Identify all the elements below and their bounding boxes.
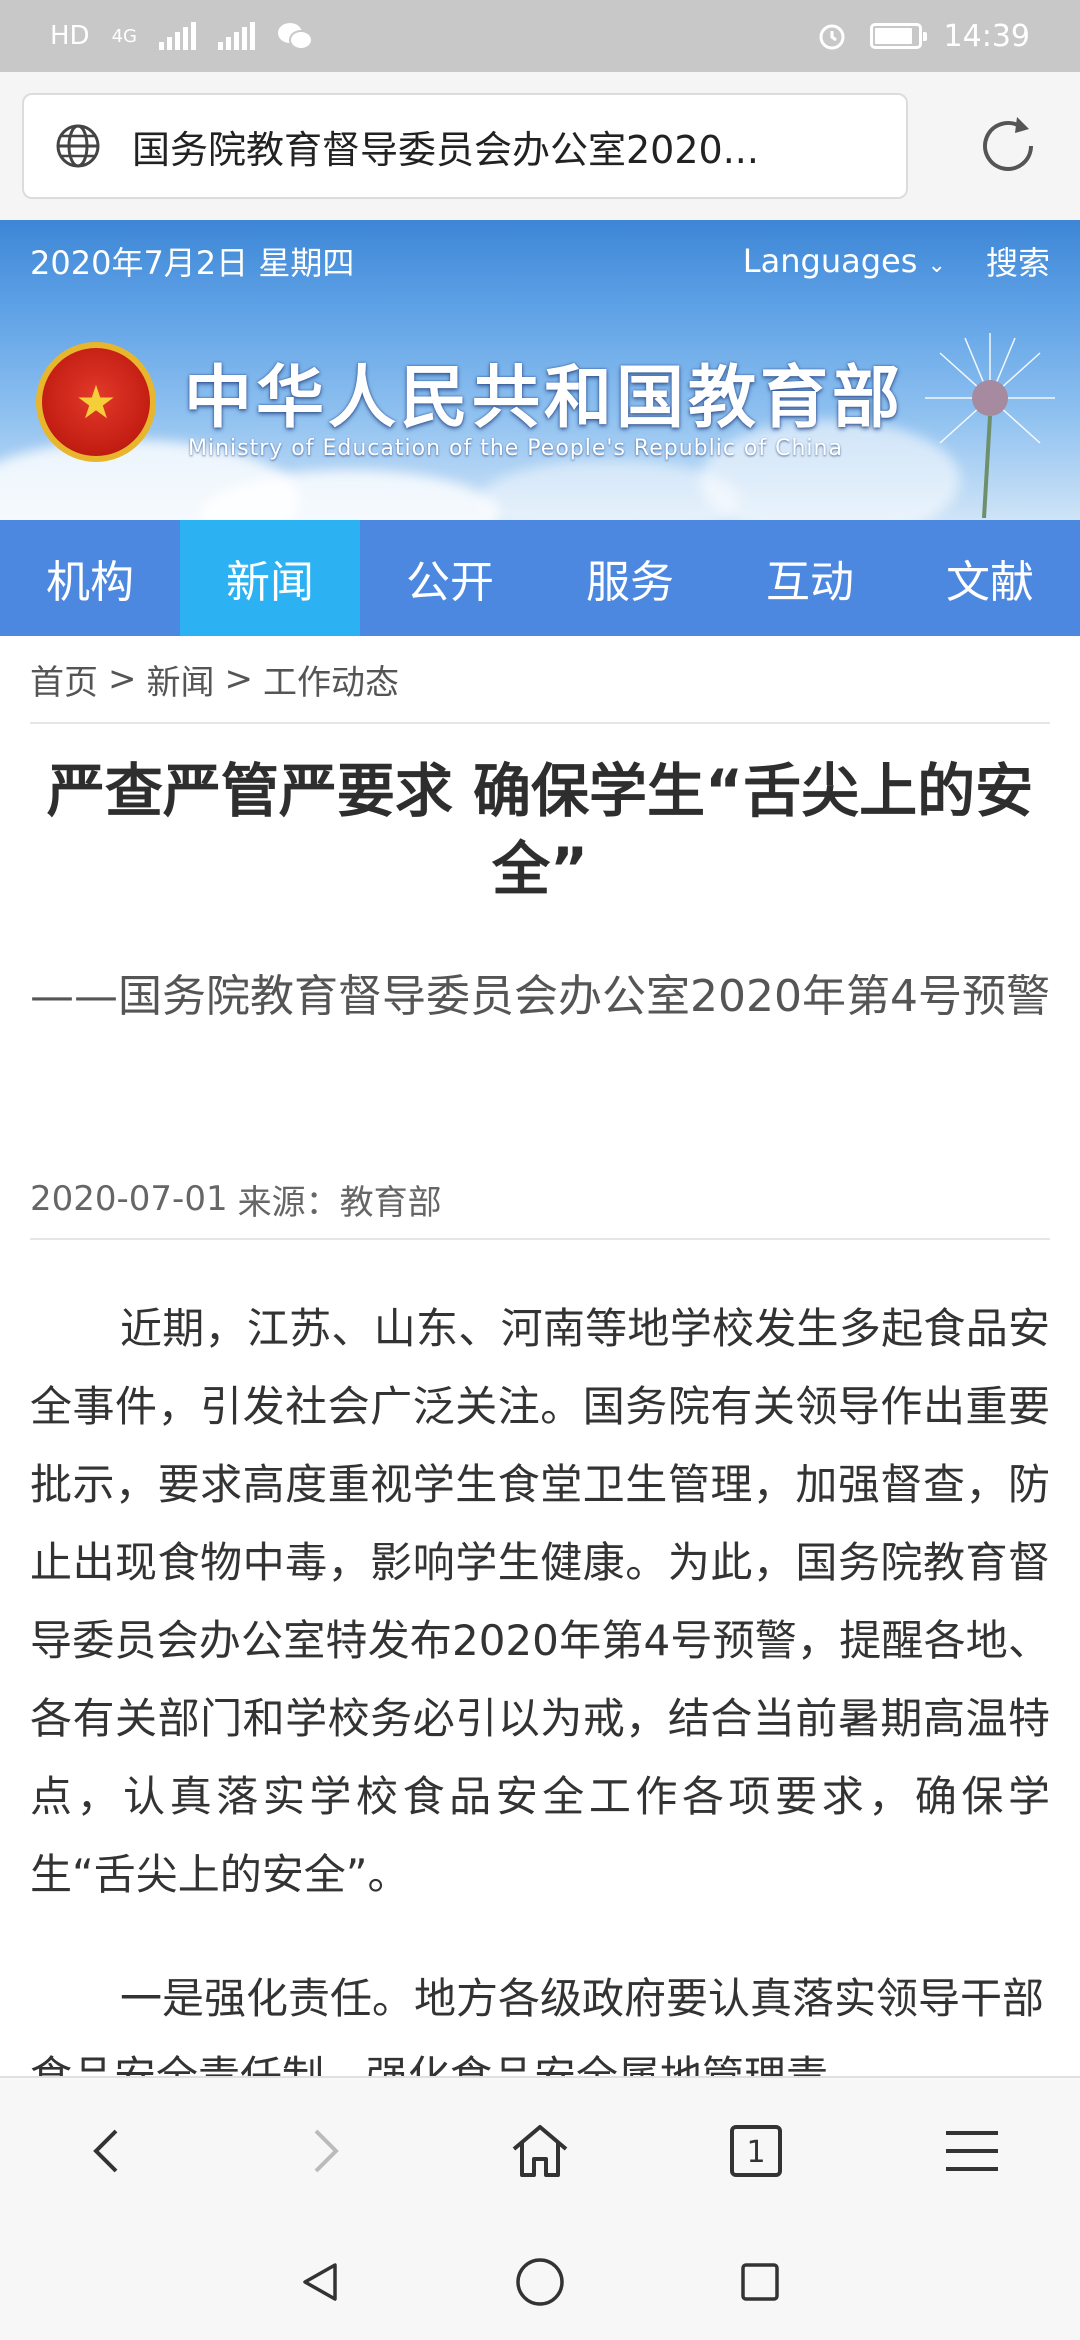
- article-subtitle: ——国务院教育督导委员会办公室2020年第4号预警: [30, 971, 1050, 1022]
- article-source: 来源：教育部: [237, 1182, 442, 1223]
- nav-item-xinwen[interactable]: 新闻: [180, 520, 360, 636]
- square-recents-icon: [741, 2263, 779, 2301]
- chevron-down-icon: ⌄: [927, 253, 946, 278]
- reload-button[interactable]: [958, 96, 1058, 196]
- banner-top-bar: 2020年7月2日 星期四 Languages ⌄ 搜索: [0, 220, 1080, 302]
- nav-item-hudong[interactable]: 互动: [720, 520, 900, 636]
- reload-icon: [983, 117, 1033, 171]
- breadcrumb-news[interactable]: 新闻: [147, 655, 215, 704]
- site-subtitle: Ministry of Education of the People's Re…: [188, 436, 843, 461]
- languages-link[interactable]: Languages ⌄: [743, 242, 946, 280]
- status-right: 14:39: [816, 19, 1030, 54]
- system-recents-button[interactable]: [720, 2242, 800, 2322]
- signal-icon-2: [217, 22, 255, 50]
- signal-icon: [158, 22, 196, 50]
- article-paragraph: 近期，江苏、山东、河南等地学校发生多起食品安全事件，引发社会广泛关注。国务院有关…: [30, 1304, 1050, 1899]
- system-home-button[interactable]: [500, 2242, 580, 2322]
- system-back-button[interactable]: [280, 2242, 360, 2322]
- breadcrumb-home[interactable]: 首页: [30, 655, 98, 704]
- menu-icon: [946, 2131, 998, 2171]
- url-title: 国务院教育督导委员会办公室2020...: [132, 127, 759, 172]
- status-left: HD 4G: [50, 21, 313, 51]
- nav-item-wenxian[interactable]: 文献: [900, 520, 1080, 636]
- languages-label: Languages: [742, 242, 918, 280]
- current-date: 2020年7月2日 星期四: [30, 244, 355, 282]
- circle-home-icon: [516, 2258, 564, 2306]
- article-paragraph: 一是强化责任。地方各级政府要认真落实领导干部食品安全责任制，强化食品安全属地管理…: [30, 1974, 1045, 2080]
- url-field[interactable]: 国务院教育督导委员会办公室2020...: [22, 93, 908, 199]
- nav-item-fuwu[interactable]: 服务: [540, 520, 720, 636]
- clock: 14:39: [943, 18, 1030, 54]
- forward-icon: [314, 2129, 339, 2173]
- article-meta: 2020-07-01 来源：教育部: [30, 1160, 1050, 1240]
- system-navigation-bar: [0, 2224, 1080, 2340]
- article-title: 严查严管严要求 确保学生“舌尖上的安全”: [46, 757, 1034, 903]
- globe-icon: [56, 124, 100, 168]
- tab-count: 1: [746, 2134, 766, 2170]
- tabs-button[interactable]: 1: [696, 2091, 816, 2211]
- nav-item-jigou[interactable]: 机构: [0, 520, 180, 636]
- publish-date: 2020-07-01: [30, 1179, 228, 1219]
- nav-item-gongkai[interactable]: 公开: [360, 520, 540, 636]
- dandelion-decoration-icon: [925, 333, 1055, 518]
- breadcrumb-separator: >: [224, 659, 254, 699]
- site-banner: 2020年7月2日 星期四 Languages ⌄ 搜索 ★ 中华人民共和国教育…: [0, 220, 1080, 520]
- wechat-icon: [277, 23, 313, 50]
- main-nav: 机构 新闻 公开 服务 互动 文献: [0, 520, 1080, 636]
- back-icon: [93, 2129, 118, 2173]
- browser-address-bar: 国务院教育督导委员会办公室2020...: [0, 72, 1080, 220]
- back-button[interactable]: [48, 2091, 168, 2211]
- browser-toolbar: 1: [0, 2076, 1080, 2224]
- battery-icon: [869, 23, 927, 49]
- forward-button[interactable]: [264, 2091, 384, 2211]
- site-title: 中华人民共和国教育部: [184, 359, 905, 438]
- home-button[interactable]: [480, 2091, 600, 2211]
- menu-button[interactable]: [912, 2091, 1032, 2211]
- national-emblem-icon: ★: [36, 342, 156, 462]
- status-bar: HD 4G 14:39: [0, 0, 1080, 72]
- breadcrumb-separator: >: [108, 659, 137, 699]
- triangle-back-icon: [303, 2263, 337, 2301]
- home-icon: [512, 2125, 568, 2177]
- search-link[interactable]: 搜索: [986, 238, 1050, 284]
- alarm-icon: [819, 24, 845, 50]
- network-type: 4G: [111, 25, 137, 47]
- breadcrumb: 首页 > 新闻 > 工作动态: [30, 636, 1050, 724]
- breadcrumb-current[interactable]: 工作动态: [263, 655, 399, 704]
- hd-indicator: HD: [50, 21, 90, 51]
